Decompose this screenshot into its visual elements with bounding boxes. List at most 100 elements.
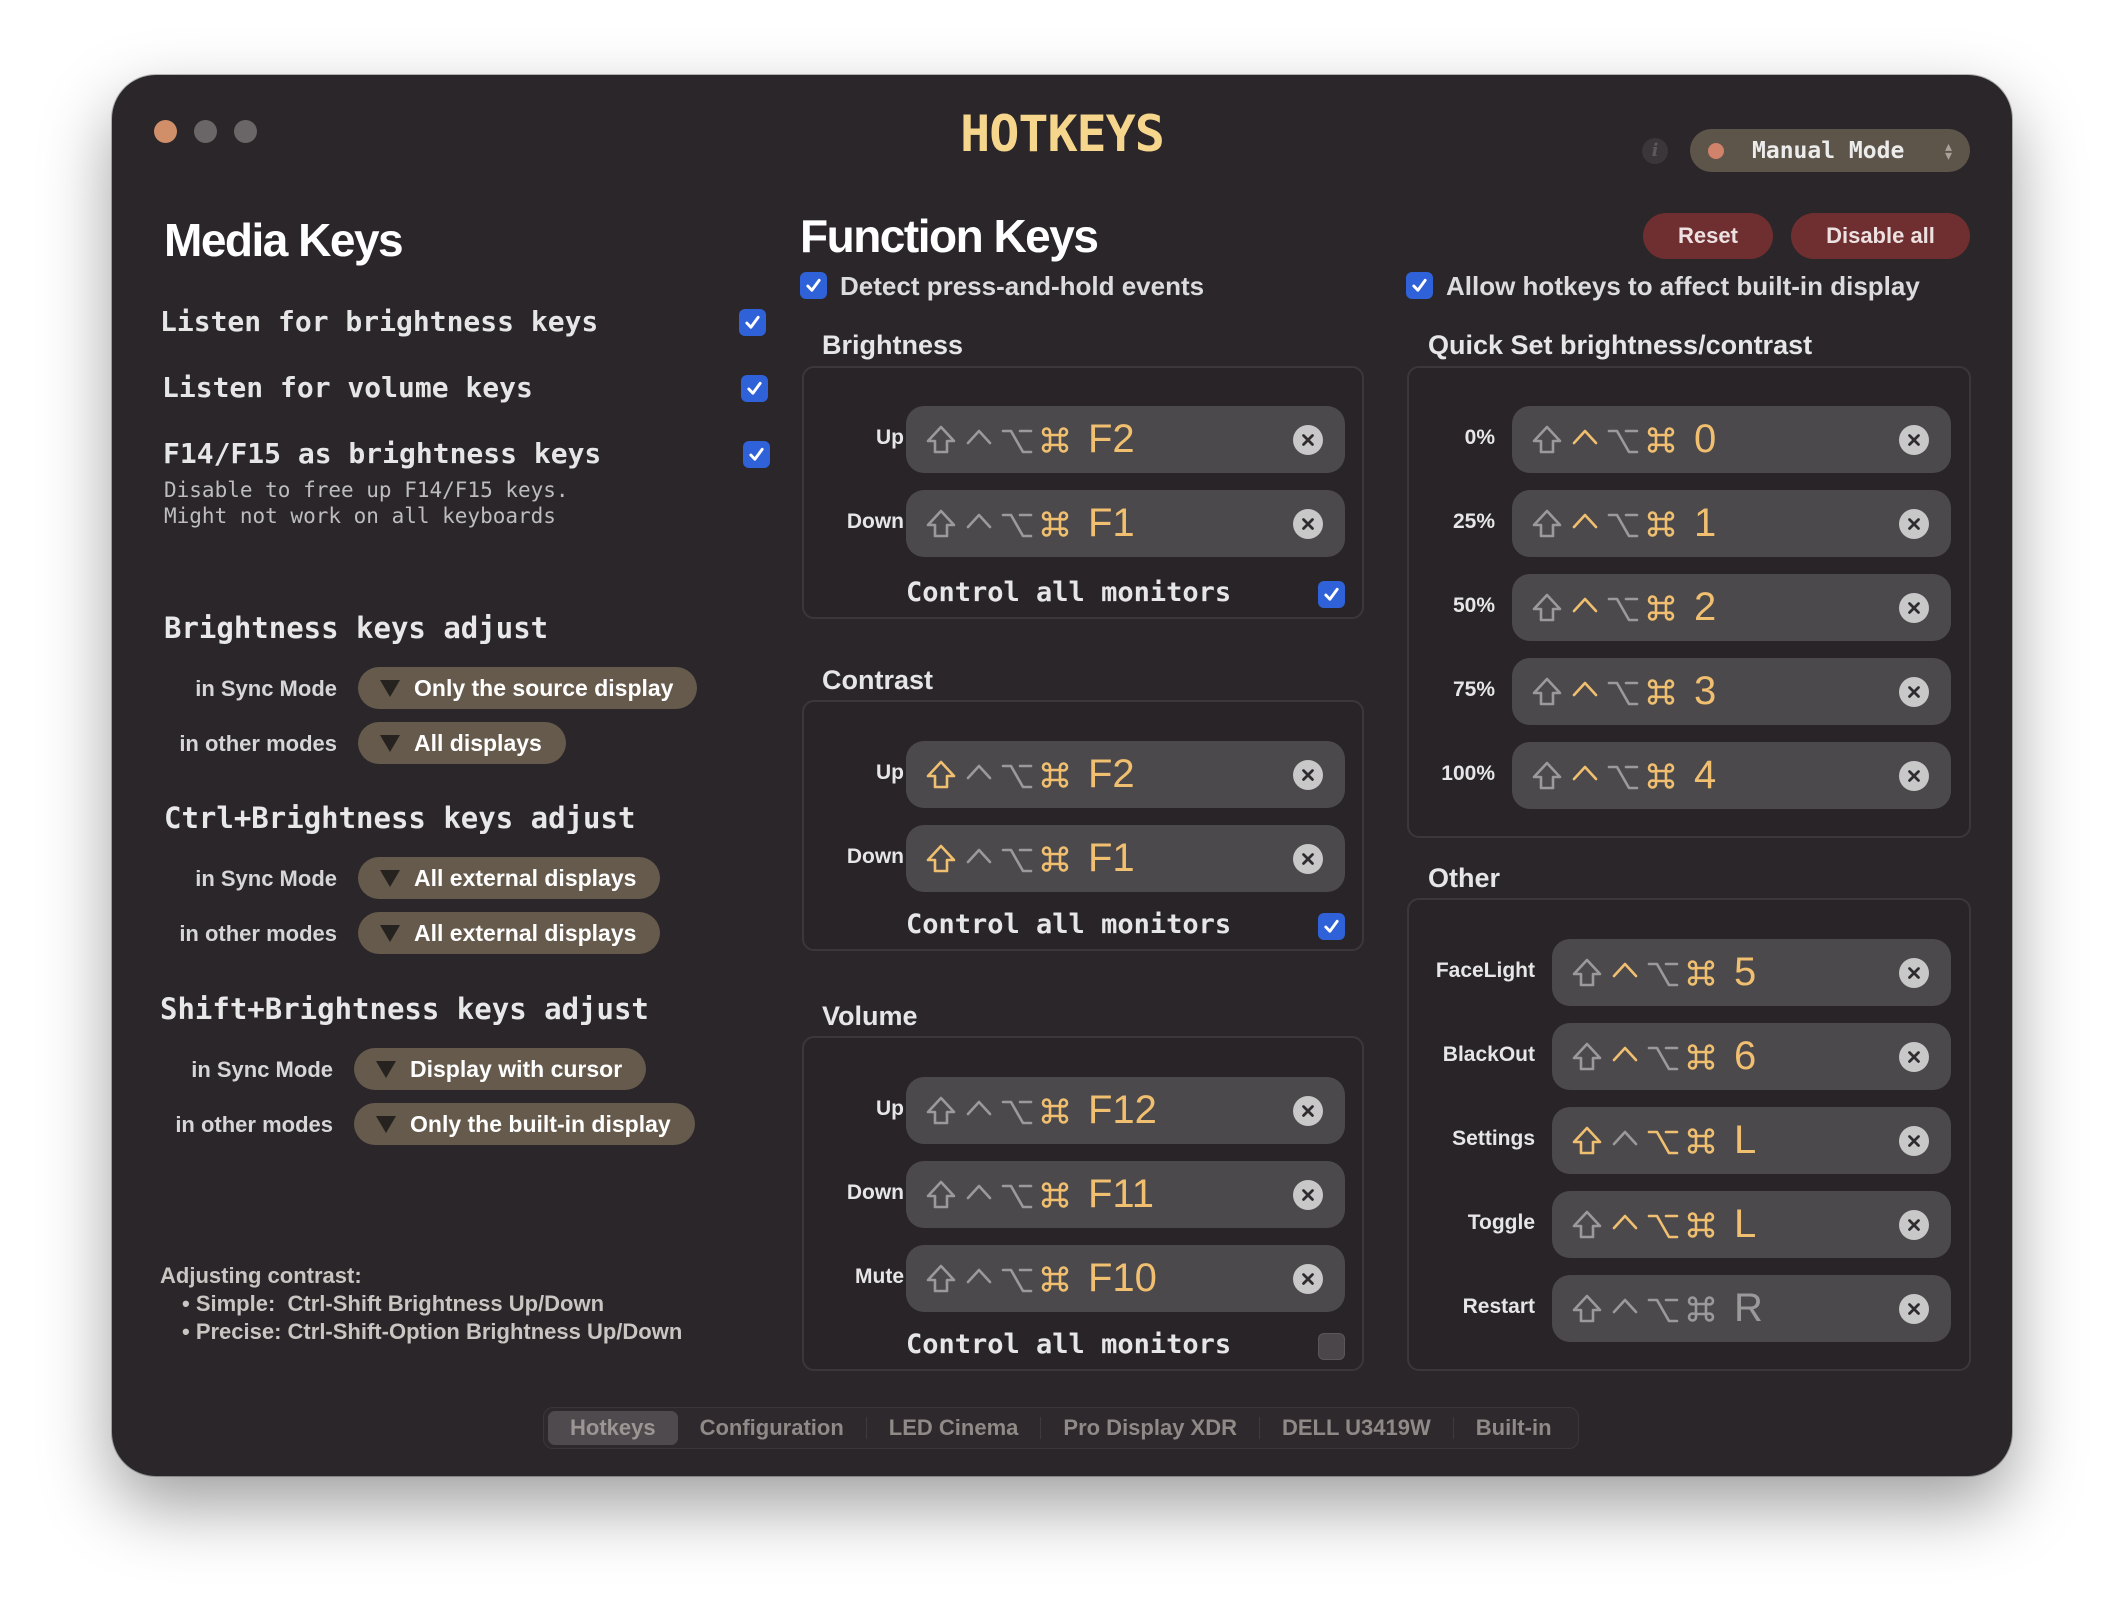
clear-hotkey-button[interactable] bbox=[1293, 1264, 1323, 1294]
command-icon[interactable] bbox=[1036, 755, 1074, 795]
option-icon[interactable] bbox=[998, 504, 1036, 544]
hotkey-field[interactable]: F10 bbox=[906, 1245, 1345, 1312]
hotkey-field[interactable]: F2 bbox=[906, 741, 1345, 808]
shift-icon[interactable] bbox=[1568, 1121, 1606, 1161]
hotkey-field[interactable]: L bbox=[1552, 1191, 1951, 1258]
option-icon[interactable] bbox=[1604, 588, 1642, 628]
hotkey-field[interactable]: R bbox=[1552, 1275, 1951, 1342]
command-icon[interactable] bbox=[1036, 839, 1074, 879]
command-icon[interactable] bbox=[1036, 420, 1074, 460]
info-icon[interactable]: i bbox=[1642, 138, 1668, 164]
control-icon[interactable] bbox=[1606, 1205, 1644, 1245]
brightness-sync-dropdown[interactable]: Only the source display bbox=[358, 667, 698, 709]
control-icon[interactable] bbox=[1566, 504, 1604, 544]
shift-icon[interactable] bbox=[922, 839, 960, 879]
hotkey-field[interactable]: F11 bbox=[906, 1161, 1345, 1228]
command-icon[interactable] bbox=[1642, 504, 1680, 544]
shift-icon[interactable] bbox=[1568, 1289, 1606, 1329]
option-icon[interactable] bbox=[1644, 1121, 1682, 1161]
clear-hotkey-button[interactable] bbox=[1899, 761, 1929, 791]
control-icon[interactable] bbox=[960, 1175, 998, 1215]
command-icon[interactable] bbox=[1682, 1037, 1720, 1077]
clear-hotkey-button[interactable] bbox=[1293, 509, 1323, 539]
clear-hotkey-button[interactable] bbox=[1899, 677, 1929, 707]
disable-all-button[interactable]: Disable all bbox=[1791, 213, 1970, 259]
hotkey-field[interactable]: F2 bbox=[906, 406, 1345, 473]
shift-icon[interactable] bbox=[922, 504, 960, 544]
clear-hotkey-button[interactable] bbox=[1293, 425, 1323, 455]
contrast-control-all-checkbox[interactable] bbox=[1318, 913, 1345, 940]
shift-icon[interactable] bbox=[1528, 756, 1566, 796]
shift-icon[interactable] bbox=[1528, 672, 1566, 712]
shift-icon[interactable] bbox=[1528, 588, 1566, 628]
option-icon[interactable] bbox=[1604, 420, 1642, 460]
hotkey-field[interactable]: L bbox=[1552, 1107, 1951, 1174]
listen-brightness-checkbox[interactable] bbox=[739, 309, 766, 336]
command-icon[interactable] bbox=[1036, 1175, 1074, 1215]
command-icon[interactable] bbox=[1642, 672, 1680, 712]
ctrl-brightness-sync-dropdown[interactable]: All external displays bbox=[358, 857, 661, 899]
control-icon[interactable] bbox=[960, 420, 998, 460]
clear-hotkey-button[interactable] bbox=[1899, 593, 1929, 623]
hotkey-field[interactable]: 5 bbox=[1552, 939, 1951, 1006]
control-icon[interactable] bbox=[1606, 1121, 1644, 1161]
option-icon[interactable] bbox=[998, 839, 1036, 879]
control-icon[interactable] bbox=[1606, 1289, 1644, 1329]
control-icon[interactable] bbox=[1606, 953, 1644, 993]
command-icon[interactable] bbox=[1642, 756, 1680, 796]
shift-icon[interactable] bbox=[1528, 504, 1566, 544]
control-icon[interactable] bbox=[960, 1259, 998, 1299]
shift-icon[interactable] bbox=[922, 1259, 960, 1299]
clear-hotkey-button[interactable] bbox=[1899, 1042, 1929, 1072]
option-icon[interactable] bbox=[1644, 1037, 1682, 1077]
hotkey-field[interactable]: 0 bbox=[1512, 406, 1951, 473]
volume-control-all-checkbox[interactable] bbox=[1318, 1333, 1345, 1360]
control-icon[interactable] bbox=[1566, 672, 1604, 712]
option-icon[interactable] bbox=[998, 755, 1036, 795]
option-icon[interactable] bbox=[1604, 672, 1642, 712]
clear-hotkey-button[interactable] bbox=[1899, 1210, 1929, 1240]
shift-brightness-other-dropdown[interactable]: Only the built-in display bbox=[354, 1103, 695, 1145]
option-icon[interactable] bbox=[1604, 504, 1642, 544]
clear-hotkey-button[interactable] bbox=[1899, 509, 1929, 539]
command-icon[interactable] bbox=[1682, 1205, 1720, 1245]
shift-icon[interactable] bbox=[1568, 953, 1606, 993]
hotkey-field[interactable]: 3 bbox=[1512, 658, 1951, 725]
command-icon[interactable] bbox=[1642, 588, 1680, 628]
command-icon[interactable] bbox=[1682, 1121, 1720, 1161]
tab-pro-display-xdr[interactable]: Pro Display XDR bbox=[1041, 1411, 1259, 1445]
option-icon[interactable] bbox=[998, 1175, 1036, 1215]
clear-hotkey-button[interactable] bbox=[1293, 760, 1323, 790]
shift-icon[interactable] bbox=[922, 420, 960, 460]
option-icon[interactable] bbox=[998, 420, 1036, 460]
option-icon[interactable] bbox=[1644, 1289, 1682, 1329]
control-icon[interactable] bbox=[960, 755, 998, 795]
brightness-other-dropdown[interactable]: All displays bbox=[358, 722, 566, 764]
clear-hotkey-button[interactable] bbox=[1899, 1294, 1929, 1324]
hotkey-field[interactable]: F1 bbox=[906, 490, 1345, 557]
clear-hotkey-button[interactable] bbox=[1899, 425, 1929, 455]
tab-configuration[interactable]: Configuration bbox=[678, 1411, 866, 1445]
control-icon[interactable] bbox=[1606, 1037, 1644, 1077]
clear-hotkey-button[interactable] bbox=[1293, 844, 1323, 874]
listen-volume-checkbox[interactable] bbox=[741, 375, 768, 402]
shift-brightness-sync-dropdown[interactable]: Display with cursor bbox=[354, 1048, 647, 1090]
command-icon[interactable] bbox=[1682, 1289, 1720, 1329]
tab-built-in[interactable]: Built-in bbox=[1454, 1411, 1574, 1445]
command-icon[interactable] bbox=[1036, 504, 1074, 544]
clear-hotkey-button[interactable] bbox=[1899, 1126, 1929, 1156]
hotkey-field[interactable]: F1 bbox=[906, 825, 1345, 892]
control-icon[interactable] bbox=[960, 1091, 998, 1131]
shift-icon[interactable] bbox=[1568, 1205, 1606, 1245]
control-icon[interactable] bbox=[1566, 756, 1604, 796]
ctrl-brightness-other-dropdown[interactable]: All external displays bbox=[358, 912, 661, 954]
shift-icon[interactable] bbox=[1528, 420, 1566, 460]
shift-icon[interactable] bbox=[1568, 1037, 1606, 1077]
control-icon[interactable] bbox=[1566, 588, 1604, 628]
clear-hotkey-button[interactable] bbox=[1899, 958, 1929, 988]
control-icon[interactable] bbox=[1566, 420, 1604, 460]
control-icon[interactable] bbox=[960, 504, 998, 544]
hotkey-field[interactable]: F12 bbox=[906, 1077, 1345, 1144]
clear-hotkey-button[interactable] bbox=[1293, 1180, 1323, 1210]
control-icon[interactable] bbox=[960, 839, 998, 879]
